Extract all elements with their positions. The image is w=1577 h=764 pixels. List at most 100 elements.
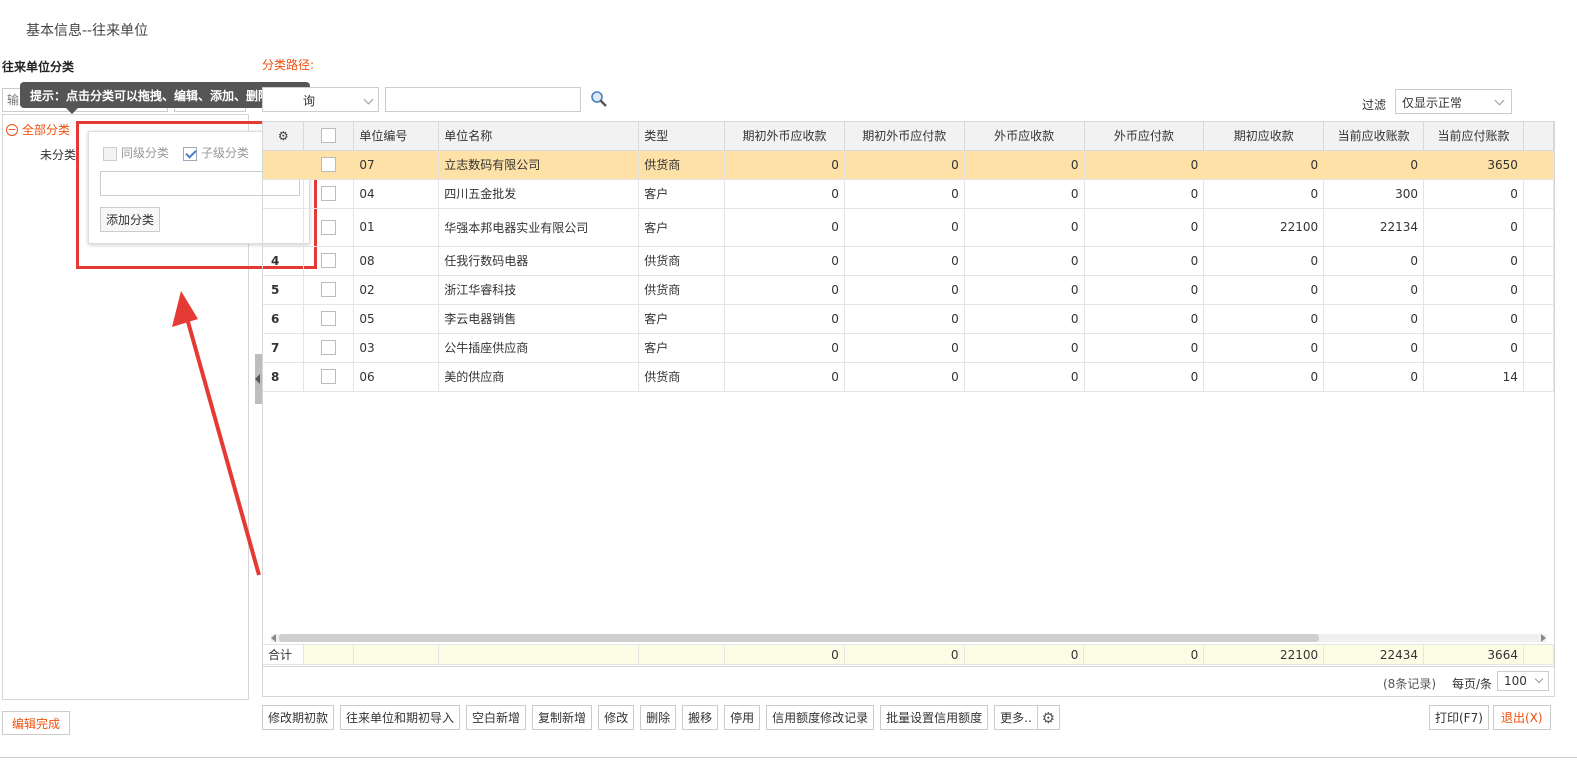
new-blank-button[interactable]: 空白新增: [466, 705, 527, 730]
tree-node-uncategorized[interactable]: 未分类: [40, 146, 76, 163]
row-checkbox[interactable]: [303, 304, 355, 334]
cell-empty: [1523, 304, 1554, 334]
edit-done-button[interactable]: 编辑完成: [2, 711, 70, 735]
gear-icon[interactable]: ⚙: [1037, 705, 1060, 730]
row-checkbox[interactable]: [303, 275, 355, 305]
checkbox-icon[interactable]: [321, 369, 337, 384]
scroll-left-icon[interactable]: [271, 634, 276, 642]
row-checkbox[interactable]: [303, 362, 355, 392]
table-row[interactable]: 4 08 任我行数码电器 供货商 0 0 0 0 0 0 0: [263, 246, 1554, 276]
cell-value: 0: [844, 275, 965, 305]
cell-empty: [1523, 275, 1554, 305]
col-fx-payable[interactable]: 外币应付款: [1084, 122, 1205, 151]
total-value: 0: [724, 644, 845, 665]
cell-value: 0: [964, 304, 1085, 334]
cell-code: 04: [353, 179, 440, 209]
search-icon[interactable]: [590, 90, 608, 108]
table-row[interactable]: 7 03 公牛插座供应商 客户 0 0 0 0 0 0 0: [263, 333, 1554, 363]
delete-button[interactable]: 删除: [640, 705, 677, 730]
cell-value: 22134: [1323, 208, 1425, 247]
table-row[interactable]: 8 06 美的供应商 供货商 0 0 0 0 0 0 14: [263, 362, 1554, 392]
tree-node-all-label: 全部分类: [22, 123, 71, 137]
row-checkbox[interactable]: [303, 208, 355, 247]
query-type-select[interactable]: 询: [262, 87, 379, 112]
row-checkbox[interactable]: [303, 333, 355, 363]
checkbox-icon[interactable]: [321, 340, 337, 355]
collapse-panel-handle[interactable]: [255, 354, 262, 404]
collapse-icon[interactable]: −: [6, 123, 18, 136]
cell-value: 0: [844, 304, 965, 334]
cell-code: 05: [353, 304, 440, 334]
col-init-fx-payable[interactable]: 期初外币应付款: [844, 122, 965, 151]
cell-value: 0: [1203, 246, 1325, 276]
row-index: 7: [263, 333, 305, 363]
select-all-checkbox[interactable]: [303, 122, 355, 151]
modify-button[interactable]: 修改: [598, 705, 635, 730]
col-init-receivable[interactable]: 期初应收款: [1203, 122, 1325, 151]
cell-value: 0: [1203, 179, 1325, 209]
checkbox-icon[interactable]: [321, 311, 337, 326]
cell-value: 0: [1084, 208, 1205, 247]
row-checkbox[interactable]: [303, 246, 355, 276]
col-fx-receivable[interactable]: 外币应收款: [964, 122, 1085, 151]
cell-value: 0: [724, 150, 845, 180]
search-input[interactable]: [385, 87, 581, 112]
cell-value: 0: [964, 150, 1085, 180]
scroll-right-icon[interactable]: [1541, 634, 1546, 642]
cell-value: 0: [844, 246, 965, 276]
row-index: [263, 150, 305, 180]
tree-node-all[interactable]: − 全部分类: [6, 121, 70, 138]
copy-new-button[interactable]: 复制新增: [532, 705, 593, 730]
col-code[interactable]: 单位编号: [353, 122, 440, 151]
total-value: 0: [964, 644, 1085, 665]
col-current-payable[interactable]: 当前应付账款: [1423, 122, 1524, 151]
batch-credit-button[interactable]: 批量设置信用额度: [880, 705, 989, 730]
row-checkbox[interactable]: [303, 179, 355, 209]
col-init-fx-receivable[interactable]: 期初外币应收款: [724, 122, 845, 151]
cell-value: 14: [1423, 362, 1524, 392]
cell-empty: [1523, 208, 1554, 247]
checkbox-icon[interactable]: [321, 157, 337, 172]
page-title: 基本信息--往来单位: [26, 23, 149, 39]
checkbox-icon[interactable]: [321, 253, 337, 268]
cell-value: 0: [1323, 304, 1425, 334]
table-row[interactable]: 5 02 浙江华睿科技 供货商 0 0 0 0 0 0 0: [263, 275, 1554, 305]
cell-type: 客户: [638, 208, 726, 247]
scroll-thumb[interactable]: [279, 634, 1319, 642]
column-settings-icon[interactable]: ⚙: [263, 122, 305, 151]
checkbox-icon[interactable]: [321, 186, 337, 201]
table-row[interactable]: 01 华强本邦电器实业有限公司 客户 0 0 0 0 22100 22134 0: [263, 208, 1554, 247]
cell-value: 0: [964, 208, 1085, 247]
col-current-receivable[interactable]: 当前应收账款: [1323, 122, 1425, 151]
cell-value: 3650: [1423, 150, 1524, 180]
total-value: 3664: [1423, 644, 1524, 665]
table-row[interactable]: 07 立志数码有限公司 供货商 0 0 0 0 0 0 3650: [263, 150, 1554, 180]
per-page-select[interactable]: 100: [1497, 671, 1549, 691]
category-panel-header: 往来单位分类: [2, 60, 75, 74]
cell-empty: [1523, 246, 1554, 276]
cell-empty: [1523, 333, 1554, 363]
col-type[interactable]: 类型: [638, 122, 726, 151]
horizontal-scrollbar[interactable]: [271, 634, 1546, 642]
credit-log-button[interactable]: 信用额度修改记录: [766, 705, 875, 730]
checkbox-icon[interactable]: [321, 282, 337, 297]
table-row[interactable]: 04 四川五金批发 客户 0 0 0 0 0 300 0: [263, 179, 1554, 209]
total-value: 22434: [1323, 644, 1425, 665]
col-name[interactable]: 单位名称: [438, 122, 640, 151]
checkbox-icon[interactable]: [321, 219, 337, 235]
table-row[interactable]: 6 05 李云电器销售 客户 0 0 0 0 0 0 0: [263, 304, 1554, 334]
edit-initial-button[interactable]: 修改期初款: [262, 705, 335, 730]
exit-button[interactable]: 退出(X): [1493, 705, 1551, 730]
status-filter-select[interactable]: 仅显示正常: [1395, 89, 1512, 114]
cell-value: 0: [1084, 304, 1205, 334]
cell-code: 03: [353, 333, 440, 363]
total-value: 0: [1083, 644, 1205, 665]
import-button[interactable]: 往来单位和期初导入: [340, 705, 461, 730]
more-button[interactable]: 更多..: [994, 705, 1038, 730]
print-button[interactable]: 打印(F7): [1429, 705, 1489, 730]
move-button[interactable]: 搬移: [682, 705, 719, 730]
chevron-down-icon: [1534, 674, 1544, 684]
disable-button[interactable]: 停用: [724, 705, 761, 730]
cell-value: 0: [964, 362, 1085, 392]
row-checkbox[interactable]: [303, 150, 355, 180]
